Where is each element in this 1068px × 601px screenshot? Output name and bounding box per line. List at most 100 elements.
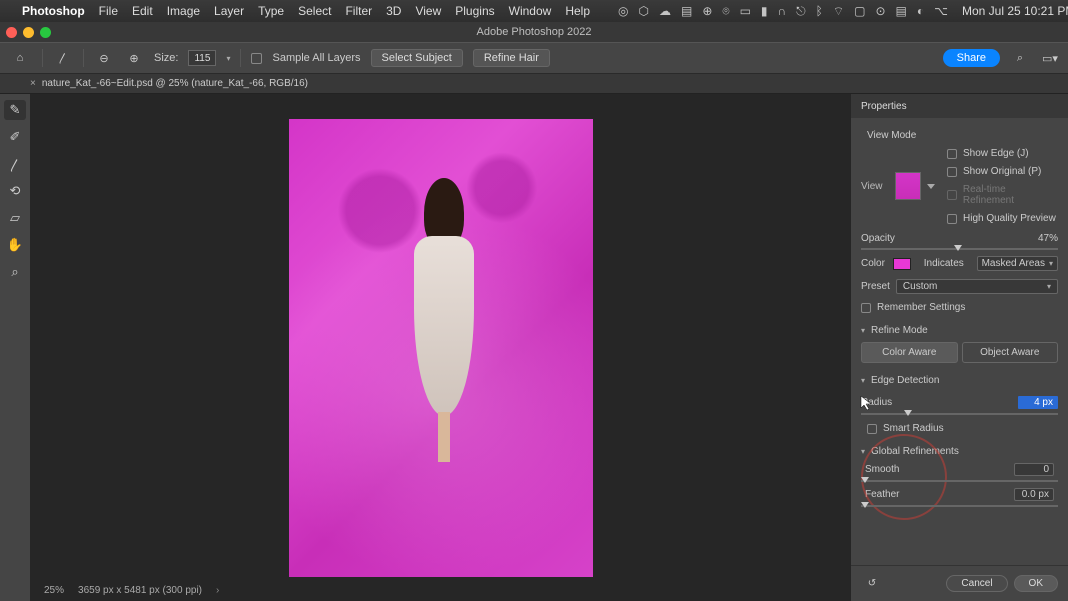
feather-value-input[interactable]: 0.0 px bbox=[1014, 488, 1054, 501]
remember-settings-label: Remember Settings bbox=[877, 302, 965, 313]
radius-value-input[interactable]: 4 px bbox=[1018, 396, 1058, 409]
refine-hair-button[interactable]: Refine Hair bbox=[473, 49, 550, 67]
ok-button[interactable]: OK bbox=[1014, 575, 1058, 592]
preset-dropdown[interactable]: Custom▾ bbox=[896, 279, 1058, 294]
app-name[interactable]: Photoshop bbox=[22, 4, 85, 18]
radius-label: Radius bbox=[861, 397, 892, 408]
radius-slider[interactable] bbox=[861, 413, 1058, 415]
smooth-slider[interactable] bbox=[861, 480, 1058, 482]
status-icon[interactable]: ▤ bbox=[896, 4, 907, 18]
canvas-area[interactable]: 25% 3659 px x 5481 px (300 ppi) › bbox=[30, 94, 851, 601]
polygon-lasso-tool-icon[interactable]: ▱ bbox=[4, 208, 26, 228]
menu-window[interactable]: Window bbox=[509, 4, 552, 18]
sample-all-layers-label: Sample All Layers bbox=[272, 52, 360, 64]
menu-edit[interactable]: Edit bbox=[132, 4, 153, 18]
status-icon[interactable]: ⬡ bbox=[638, 4, 648, 18]
opacity-label: Opacity bbox=[861, 233, 895, 244]
panel-footer: ↺ Cancel OK bbox=[851, 565, 1068, 601]
hq-preview-checkbox[interactable] bbox=[947, 214, 957, 224]
brush-plus-icon[interactable]: ⊕ bbox=[124, 49, 144, 67]
lasso-tool-icon[interactable]: ⟲ bbox=[4, 181, 26, 201]
close-window-button[interactable] bbox=[6, 27, 17, 38]
quick-select-brush-tool-icon[interactable]: ✎ bbox=[4, 100, 26, 120]
bluetooth-icon[interactable]: ᛒ bbox=[816, 4, 823, 18]
status-icon[interactable]: ⌾ bbox=[722, 4, 729, 19]
menu-file[interactable]: File bbox=[99, 4, 118, 18]
maximize-window-button[interactable] bbox=[40, 27, 51, 38]
battery-icon[interactable]: ▢ bbox=[854, 4, 865, 18]
smart-radius-label: Smart Radius bbox=[883, 423, 944, 434]
overlay-color-swatch[interactable] bbox=[893, 258, 911, 270]
global-refinements-header[interactable]: ▾Global Refinements bbox=[861, 446, 1058, 457]
bookmark-icon[interactable]: ▮ bbox=[761, 4, 768, 18]
view-dropdown-icon[interactable] bbox=[927, 184, 935, 189]
status-icon[interactable]: ∩ bbox=[778, 4, 787, 18]
document-image bbox=[289, 119, 593, 577]
wifi-icon[interactable]: ⌔ bbox=[833, 4, 844, 19]
refine-edge-brush-tool-icon[interactable]: ✐ bbox=[4, 127, 26, 147]
menu-select[interactable]: Select bbox=[298, 4, 331, 18]
menu-3d[interactable]: 3D bbox=[386, 4, 401, 18]
reset-icon[interactable]: ↺ bbox=[861, 573, 883, 595]
brush-minus-icon[interactable]: ⊖ bbox=[94, 49, 114, 67]
select-subject-button[interactable]: Select Subject bbox=[371, 49, 463, 67]
status-icon[interactable]: ▤ bbox=[681, 4, 692, 18]
color-aware-button[interactable]: Color Aware bbox=[861, 342, 958, 363]
menu-layer[interactable]: Layer bbox=[214, 4, 244, 18]
size-label: Size: bbox=[154, 52, 178, 64]
hand-tool-icon[interactable]: ✋ bbox=[4, 235, 26, 255]
menu-help[interactable]: Help bbox=[565, 4, 590, 18]
cancel-button[interactable]: Cancel bbox=[946, 575, 1007, 592]
refine-mode-header[interactable]: ▾Refine Mode bbox=[861, 325, 1058, 336]
menu-plugins[interactable]: Plugins bbox=[455, 4, 494, 18]
control-center-icon[interactable]: ⌥ bbox=[934, 4, 948, 18]
status-icon[interactable]: ◎ bbox=[618, 4, 628, 18]
remember-settings-checkbox[interactable] bbox=[861, 303, 871, 313]
menu-type[interactable]: Type bbox=[258, 4, 284, 18]
feather-slider[interactable] bbox=[861, 505, 1058, 507]
show-original-label: Show Original (P) bbox=[963, 166, 1041, 177]
smooth-label: Smooth bbox=[865, 464, 899, 475]
brush-tool-icon[interactable]: 〳 bbox=[53, 49, 73, 67]
minimize-window-button[interactable] bbox=[23, 27, 34, 38]
status-icon[interactable]: ▭ bbox=[740, 4, 751, 18]
show-edge-checkbox[interactable] bbox=[947, 149, 957, 159]
sample-all-layers-checkbox[interactable] bbox=[251, 53, 262, 64]
menubar-date[interactable]: Mon Jul 25 10:21 PM bbox=[962, 4, 1068, 18]
document-tab-title[interactable]: nature_Kat_-66~Edit.psd @ 25% (nature_Ka… bbox=[42, 78, 308, 89]
size-dropdown-icon[interactable]: ▾ bbox=[226, 54, 230, 63]
view-thumbnail[interactable] bbox=[895, 172, 921, 200]
left-toolbar: ✎ ✐ 〳 ⟲ ▱ ✋ ⌕ bbox=[0, 94, 30, 601]
status-icon[interactable]: ⎋ bbox=[796, 4, 806, 19]
menu-view[interactable]: View bbox=[415, 4, 441, 18]
brush-size-input[interactable]: 115 bbox=[188, 50, 216, 66]
info-chevron-icon[interactable]: › bbox=[216, 585, 219, 596]
show-original-checkbox[interactable] bbox=[947, 167, 957, 177]
opacity-value[interactable]: 47% bbox=[1038, 233, 1058, 244]
panel-title[interactable]: Properties bbox=[851, 94, 1068, 118]
brush-tool-icon[interactable]: 〳 bbox=[4, 154, 26, 174]
status-icon[interactable]: ◐ bbox=[917, 4, 924, 18]
object-aware-button[interactable]: Object Aware bbox=[962, 342, 1059, 363]
status-icon[interactable]: ⊙ bbox=[875, 4, 885, 18]
share-button[interactable]: Share bbox=[943, 49, 1000, 67]
edge-detection-header[interactable]: ▾Edge Detection bbox=[861, 375, 1058, 386]
close-tab-icon[interactable]: × bbox=[30, 78, 36, 89]
menubar-status-icons: ◎ ⬡ ☁ ▤ ⊕ ⌾ ▭ ▮ ∩ ⎋ ᛒ ⌔ ▢ ⊙ ▤ ◐ ⌥ bbox=[618, 4, 948, 19]
document-tab-bar: × nature_Kat_-66~Edit.psd @ 25% (nature_… bbox=[0, 74, 1068, 94]
status-icon[interactable]: ☁ bbox=[659, 4, 671, 18]
document-status-bar: 25% 3659 px x 5481 px (300 ppi) › bbox=[30, 579, 219, 601]
menu-image[interactable]: Image bbox=[167, 4, 200, 18]
opacity-slider[interactable] bbox=[861, 248, 1058, 250]
workspace-switcher-icon[interactable]: ▭▾ bbox=[1040, 48, 1060, 68]
smooth-value-input[interactable]: 0 bbox=[1014, 463, 1054, 476]
smart-radius-checkbox[interactable] bbox=[867, 424, 877, 434]
properties-panel: Properties View Mode View Show Edge (J) … bbox=[851, 94, 1068, 601]
zoom-level[interactable]: 25% bbox=[44, 585, 64, 596]
indicates-dropdown[interactable]: Masked Areas▾ bbox=[977, 256, 1058, 271]
search-icon[interactable]: ⌕ bbox=[1010, 48, 1030, 68]
zoom-tool-icon[interactable]: ⌕ bbox=[4, 262, 26, 282]
home-icon[interactable]: ⌂ bbox=[8, 49, 32, 67]
status-icon[interactable]: ⊕ bbox=[702, 4, 712, 18]
menu-filter[interactable]: Filter bbox=[345, 4, 372, 18]
